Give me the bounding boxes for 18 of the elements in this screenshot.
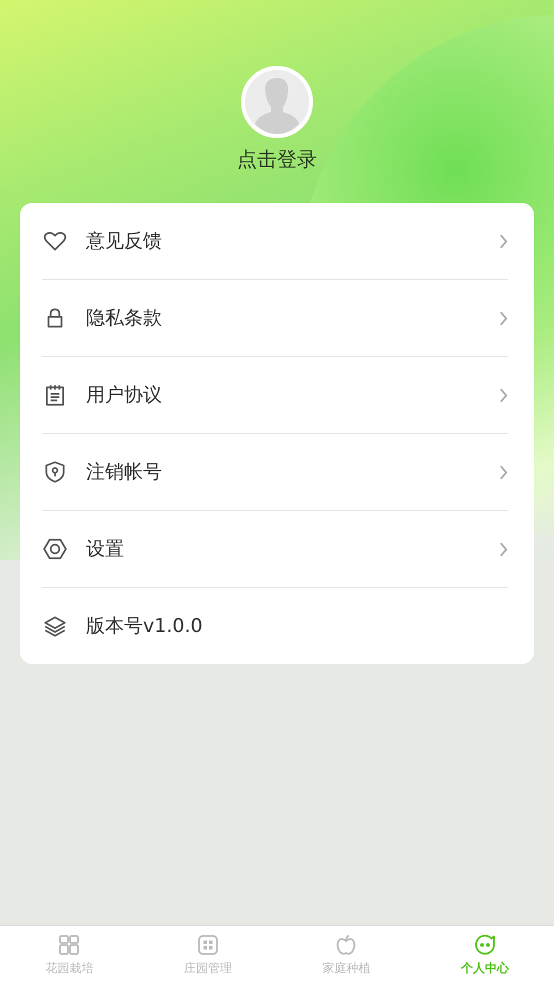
chevron-icon — [499, 464, 508, 480]
chevron-icon — [499, 234, 508, 248]
menu-label: 版本号v1.0.0 — [86, 614, 204, 639]
chevron-icon — [499, 310, 508, 326]
menu-label[interactable]: 意见反馈 — [86, 228, 499, 254]
chevron-icon — [499, 388, 508, 402]
hexagon-icon — [42, 536, 68, 562]
chevron-icon — [499, 542, 508, 556]
menu-label[interactable]: 隐私条款 — [86, 305, 499, 331]
menu-label[interactable]: 用户协议 — [86, 382, 499, 408]
rounded-grid-icon — [196, 933, 220, 957]
apple-icon — [334, 933, 358, 957]
smiley-icon — [472, 933, 497, 957]
avatar-icon[interactable] — [241, 66, 313, 138]
grid-icon — [57, 933, 82, 957]
menu-label[interactable]: 设置 — [86, 536, 499, 562]
login-link[interactable]: 点击登录 — [237, 146, 317, 173]
menu-label[interactable]: 注销帐号 — [86, 459, 499, 485]
